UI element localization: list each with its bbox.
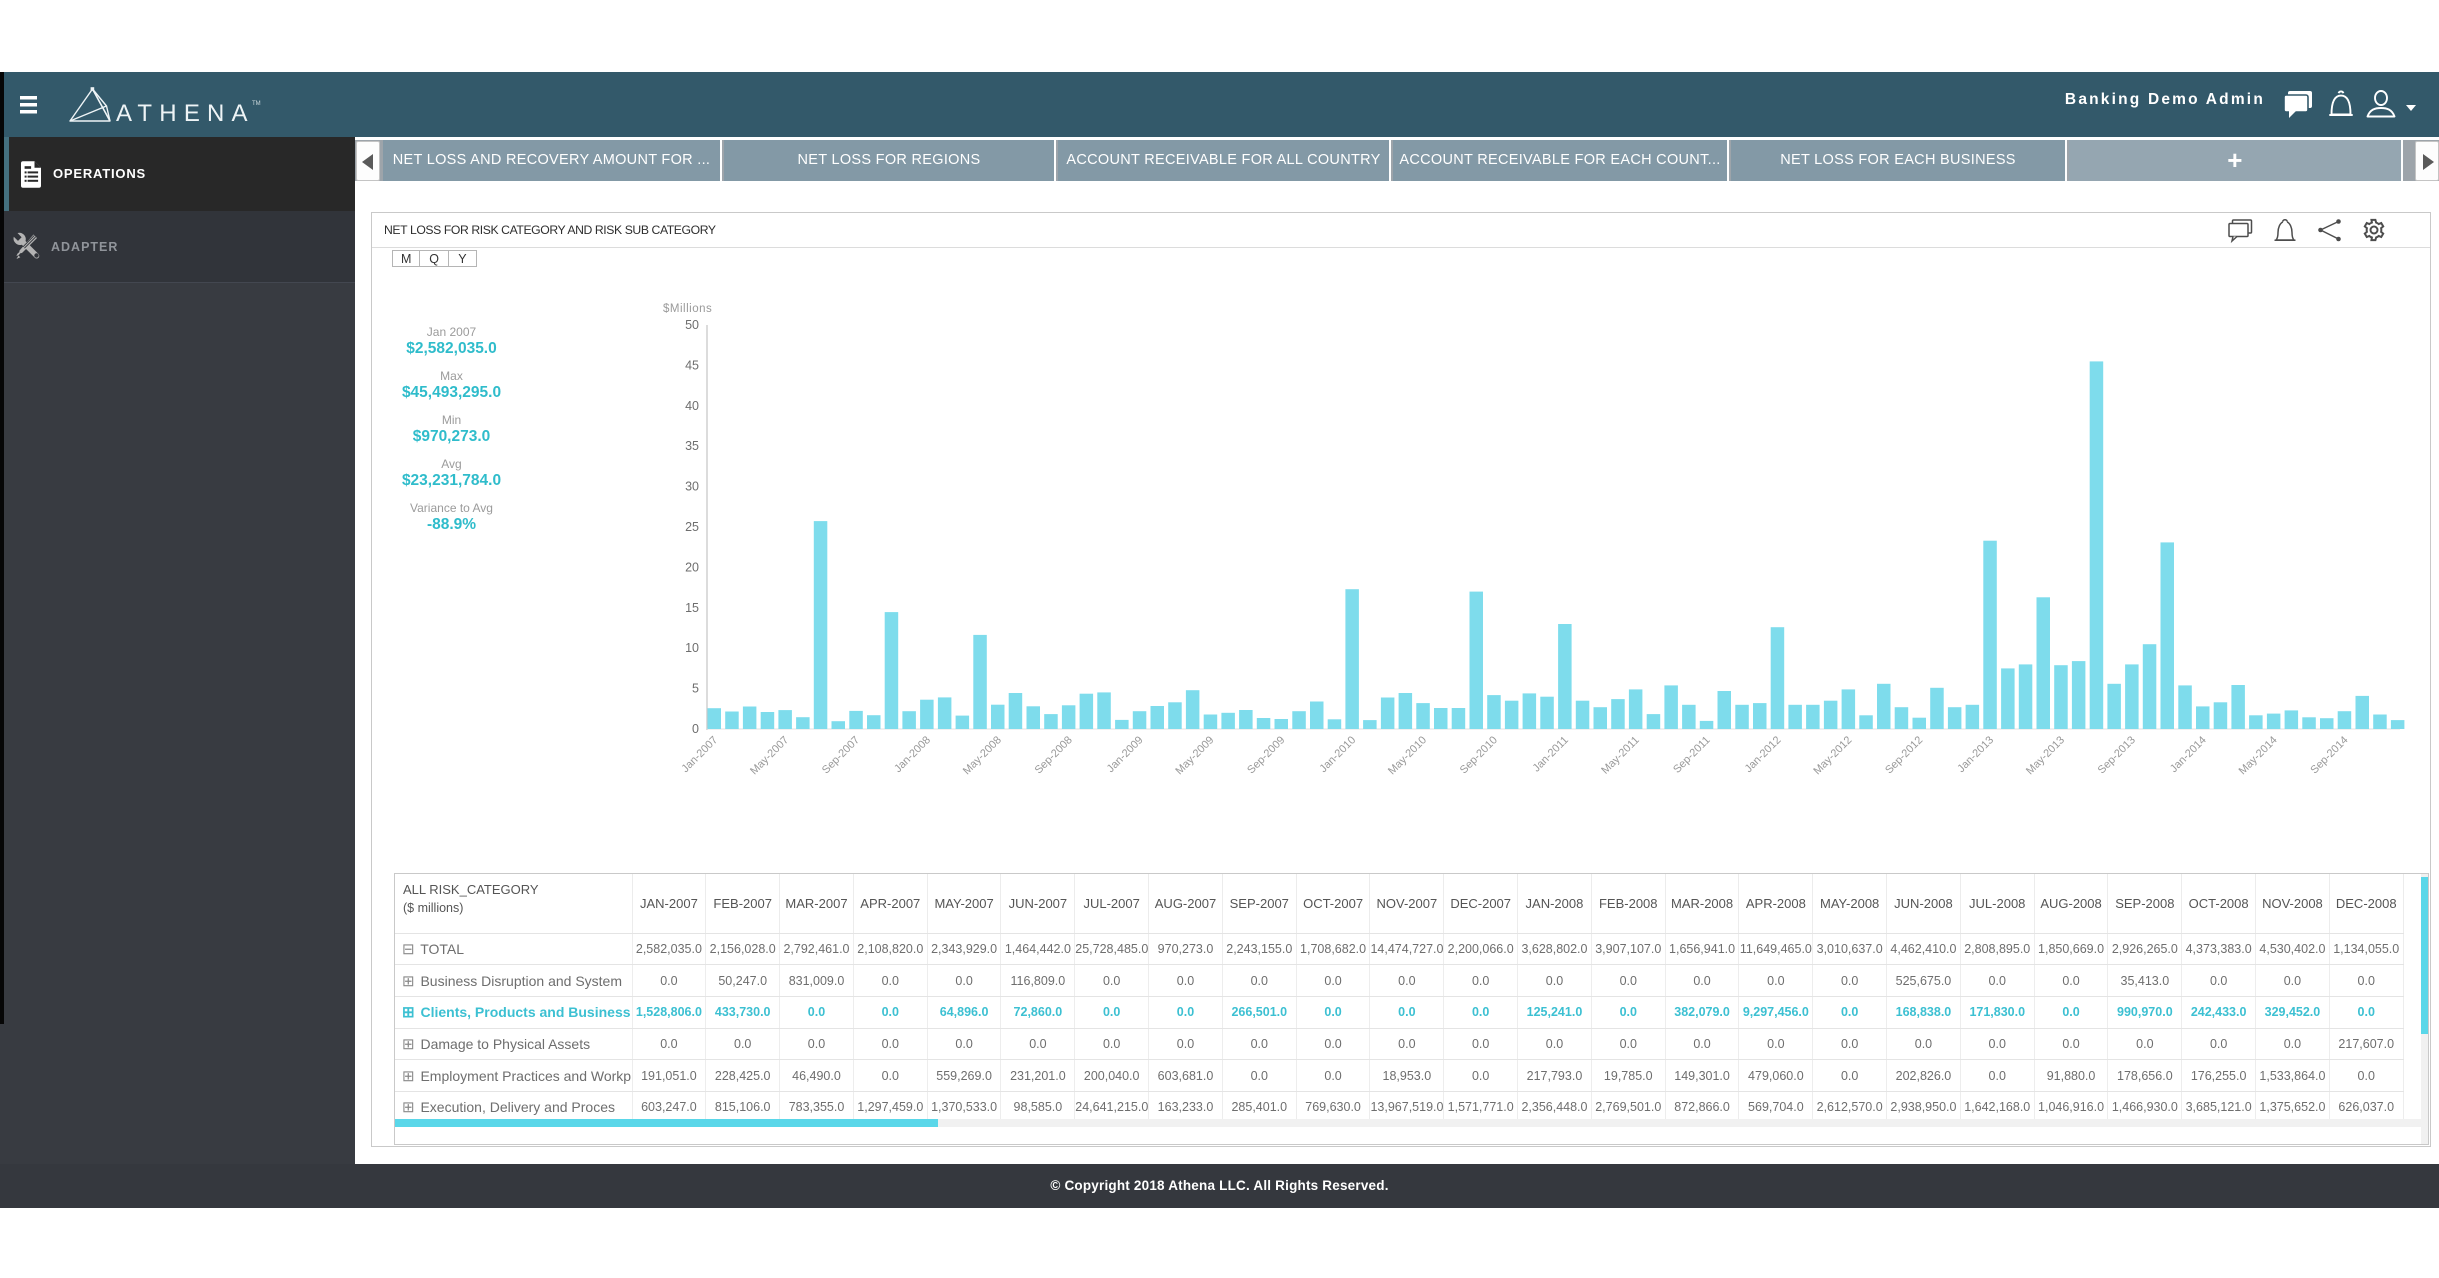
svg-text:May-2009: May-2009 [1173,734,1216,777]
svg-text:May-2008: May-2008 [961,734,1004,777]
svg-text:25: 25 [685,520,699,534]
svg-text:Jan-2011: Jan-2011 [1531,734,1571,774]
svg-text:May-2007: May-2007 [748,734,791,777]
svg-text:Sep-2010: Sep-2010 [1458,734,1500,776]
svg-text:50: 50 [685,318,699,332]
svg-text:Sep-2012: Sep-2012 [1883,734,1925,776]
svg-text:30: 30 [685,480,699,494]
svg-text:20: 20 [685,560,699,574]
svg-text:Sep-2014: Sep-2014 [2308,734,2350,776]
svg-text:Jan-2012: Jan-2012 [1743,734,1784,775]
svg-text:35: 35 [685,439,699,453]
svg-text:Jan-2013: Jan-2013 [1955,734,1996,775]
svg-text:Jan-2014: Jan-2014 [2168,734,2209,775]
svg-text:Jan-2009: Jan-2009 [1105,734,1146,775]
svg-text:5: 5 [692,682,699,696]
svg-text:Jan-2008: Jan-2008 [892,734,933,775]
svg-text:$Millions: $Millions [663,303,712,315]
svg-text:Jan-2010: Jan-2010 [1317,734,1358,775]
svg-text:May-2012: May-2012 [1811,734,1854,777]
svg-text:Sep-2007: Sep-2007 [820,734,862,776]
svg-text:Jan-2007: Jan-2007 [679,734,720,775]
svg-text:40: 40 [685,399,699,413]
svg-text:Sep-2009: Sep-2009 [1245,734,1287,776]
svg-text:May-2013: May-2013 [2024,734,2067,777]
svg-text:15: 15 [685,601,699,615]
svg-text:0: 0 [692,722,699,736]
svg-text:Sep-2013: Sep-2013 [2096,734,2138,776]
svg-text:Sep-2008: Sep-2008 [1033,734,1075,776]
svg-text:10: 10 [685,641,699,655]
svg-text:Sep-2011: Sep-2011 [1671,734,1713,776]
svg-text:May-2011: May-2011 [1599,734,1642,777]
svg-text:May-2010: May-2010 [1386,734,1429,777]
svg-text:May-2014: May-2014 [2237,734,2280,777]
svg-text:45: 45 [685,358,699,372]
